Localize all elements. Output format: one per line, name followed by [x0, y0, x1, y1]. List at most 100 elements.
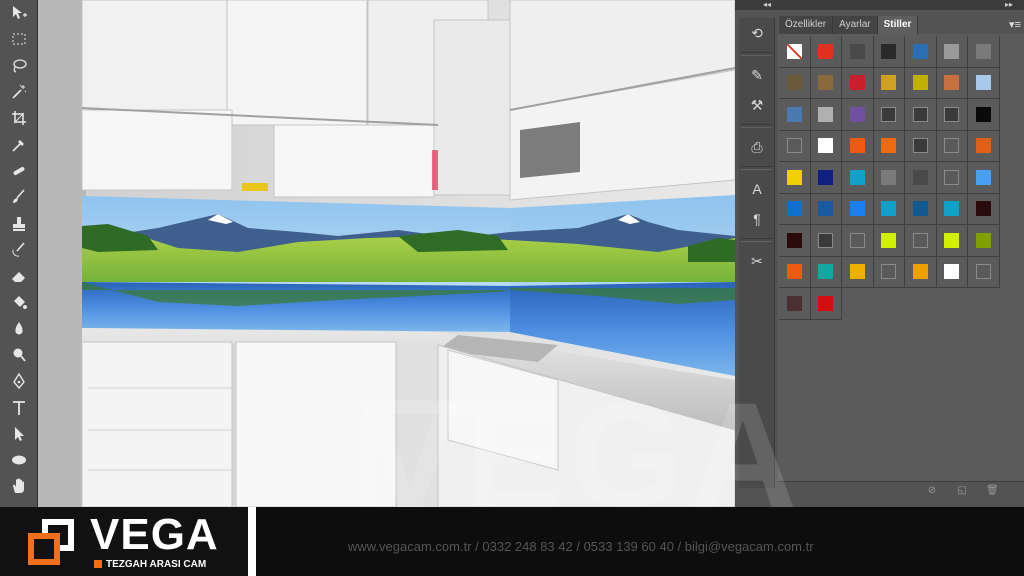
style-swatch[interactable] — [968, 256, 1000, 288]
style-swatch[interactable] — [810, 288, 842, 320]
style-swatch[interactable] — [968, 193, 1000, 225]
path-selection-tool-icon[interactable] — [0, 421, 38, 447]
blur-tool-icon[interactable] — [0, 316, 38, 342]
new-style-icon[interactable]: ◱ — [956, 485, 968, 497]
tools-icon[interactable]: ✂ — [739, 246, 775, 276]
tool-preset-icon[interactable]: ⚒ — [739, 90, 775, 120]
style-swatch[interactable] — [810, 225, 842, 257]
style-swatch[interactable] — [905, 225, 937, 257]
style-swatch[interactable] — [842, 67, 874, 99]
panel-collapse-bar[interactable]: ◂◂ ▸▸ — [735, 0, 1024, 10]
pen-tool-icon[interactable] — [0, 368, 38, 394]
style-swatch[interactable] — [779, 256, 811, 288]
collapse-left-icon[interactable]: ◂◂ — [763, 0, 771, 10]
healing-tool-icon[interactable] — [0, 158, 38, 184]
style-swatch[interactable] — [968, 36, 1000, 68]
style-swatch[interactable] — [968, 99, 1000, 131]
dodge-tool-icon[interactable] — [0, 342, 38, 368]
style-swatch[interactable] — [873, 99, 905, 131]
character-icon[interactable]: A — [739, 174, 775, 204]
type-tool-icon[interactable] — [0, 394, 38, 420]
style-swatch[interactable] — [842, 162, 874, 194]
style-swatch[interactable] — [810, 99, 842, 131]
panel-menu-icon[interactable]: ▾≡ — [1009, 18, 1021, 31]
trash-icon[interactable]: 🗑 — [986, 485, 999, 497]
style-swatch[interactable] — [905, 36, 937, 68]
history-brush-tool-icon[interactable] — [0, 237, 38, 263]
style-swatch-color — [786, 201, 802, 217]
style-swatch[interactable] — [936, 256, 968, 288]
panel-icon-strip: ⟲ ✎ ⚒ ⎙ A ¶ ✂ — [739, 18, 775, 488]
style-swatch[interactable] — [936, 36, 968, 68]
history-icon[interactable]: ⟲ — [739, 18, 775, 48]
style-swatch[interactable] — [873, 36, 905, 68]
style-swatch[interactable] — [936, 193, 968, 225]
style-swatch[interactable] — [779, 162, 811, 194]
style-swatch[interactable] — [905, 99, 937, 131]
collapse-right-icon[interactable]: ▸▸ — [1005, 0, 1013, 10]
paint-bucket-tool-icon[interactable] — [0, 289, 38, 315]
move-tool-icon[interactable] — [0, 0, 38, 26]
style-swatch[interactable] — [779, 99, 811, 131]
style-swatch[interactable] — [842, 130, 874, 162]
style-swatch[interactable] — [810, 67, 842, 99]
style-swatch[interactable] — [936, 67, 968, 99]
tab-stiller[interactable]: Stiller — [877, 16, 919, 34]
hand-tool-icon[interactable] — [0, 473, 38, 499]
magic-wand-tool-icon[interactable] — [0, 79, 38, 105]
style-swatch[interactable] — [779, 193, 811, 225]
style-swatch[interactable] — [968, 225, 1000, 257]
style-swatch[interactable] — [842, 36, 874, 68]
style-swatch-color — [818, 232, 834, 248]
style-swatch[interactable] — [873, 162, 905, 194]
style-swatch[interactable] — [905, 67, 937, 99]
eraser-tool-icon[interactable] — [0, 263, 38, 289]
style-swatch[interactable] — [779, 288, 811, 320]
style-swatch-color — [944, 106, 960, 122]
style-swatch-color — [818, 106, 834, 122]
brush-preset-icon[interactable]: ✎ — [739, 60, 775, 90]
paragraph-icon[interactable]: ¶ — [739, 204, 775, 234]
style-swatch[interactable] — [968, 130, 1000, 162]
no-icon[interactable]: ⊘ — [926, 485, 938, 497]
style-swatch[interactable] — [968, 67, 1000, 99]
marquee-tool-icon[interactable] — [0, 26, 38, 52]
style-swatch[interactable] — [842, 99, 874, 131]
style-swatch[interactable] — [779, 130, 811, 162]
eyedropper-tool-icon[interactable] — [0, 131, 38, 157]
tab-ozellikler[interactable]: Özellikler — [779, 16, 834, 34]
ellipse-tool-icon[interactable] — [0, 447, 38, 473]
crop-tool-icon[interactable] — [0, 105, 38, 131]
style-swatch[interactable] — [779, 67, 811, 99]
style-swatch[interactable] — [779, 36, 811, 68]
style-swatch[interactable] — [936, 225, 968, 257]
style-swatch[interactable] — [810, 130, 842, 162]
style-swatch[interactable] — [936, 162, 968, 194]
style-swatch[interactable] — [842, 193, 874, 225]
style-swatch[interactable] — [873, 256, 905, 288]
tab-ayarlar[interactable]: Ayarlar — [833, 16, 878, 34]
style-swatch[interactable] — [810, 162, 842, 194]
style-swatch[interactable] — [905, 193, 937, 225]
style-swatch[interactable] — [842, 256, 874, 288]
style-swatch[interactable] — [810, 193, 842, 225]
style-swatch[interactable] — [936, 130, 968, 162]
style-swatch[interactable] — [936, 99, 968, 131]
style-swatch[interactable] — [873, 225, 905, 257]
clone-stamp-tool-icon[interactable] — [0, 210, 38, 236]
style-swatch[interactable] — [842, 225, 874, 257]
brush-tool-icon[interactable] — [0, 184, 38, 210]
style-swatch[interactable] — [905, 130, 937, 162]
lasso-tool-icon[interactable] — [0, 53, 38, 79]
style-swatch[interactable] — [968, 162, 1000, 194]
style-swatch[interactable] — [873, 193, 905, 225]
clone-source-icon[interactable]: ⎙ — [739, 132, 775, 162]
style-swatch[interactable] — [873, 130, 905, 162]
style-swatch[interactable] — [810, 256, 842, 288]
style-swatch[interactable] — [905, 162, 937, 194]
style-swatch[interactable] — [873, 67, 905, 99]
style-swatch[interactable] — [905, 256, 937, 288]
canvas-photo[interactable] — [38, 0, 735, 507]
style-swatch[interactable] — [779, 225, 811, 257]
style-swatch[interactable] — [810, 36, 842, 68]
